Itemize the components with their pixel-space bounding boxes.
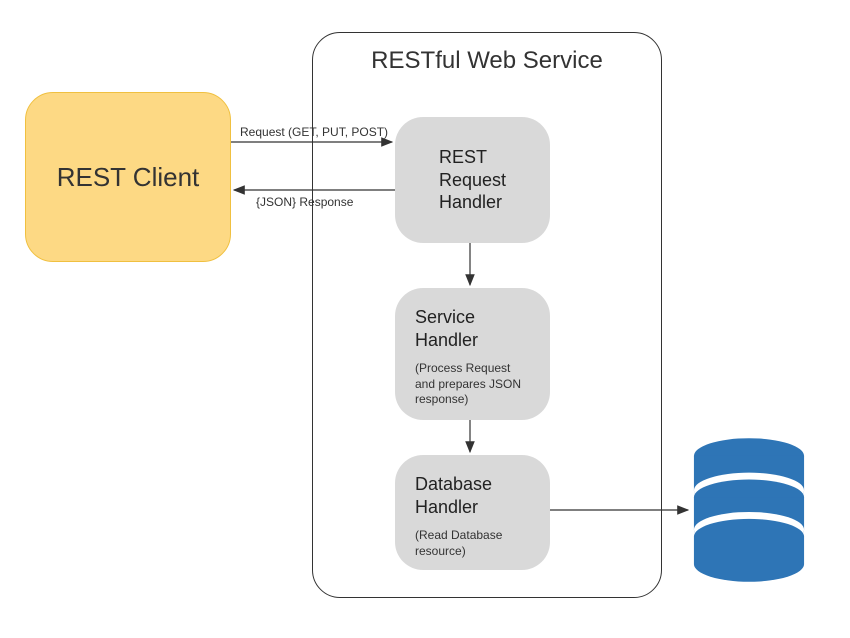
database-handler-title: Database Handler — [415, 473, 530, 518]
edge-label-request: Request (GET, PUT, POST) — [240, 125, 388, 139]
rest-request-handler-title: REST Request Handler — [439, 146, 506, 214]
service-handler-subtitle: (Process Request and prepares JSON respo… — [415, 361, 530, 408]
service-container-title: RESTful Web Service — [371, 47, 603, 75]
edge-label-response: {JSON} Response — [256, 195, 353, 209]
service-handler-title: Service Handler — [415, 306, 530, 351]
service-handler-node: Service Handler (Process Request and pre… — [395, 288, 550, 420]
database-handler-node: Database Handler (Read Database resource… — [395, 455, 550, 570]
database-icon — [690, 435, 808, 585]
rest-client-label: REST Client — [57, 162, 200, 193]
rest-client-node: REST Client — [25, 92, 231, 262]
database-handler-subtitle: (Read Database resource) — [415, 528, 530, 559]
rest-request-handler-node: REST Request Handler — [395, 117, 550, 243]
